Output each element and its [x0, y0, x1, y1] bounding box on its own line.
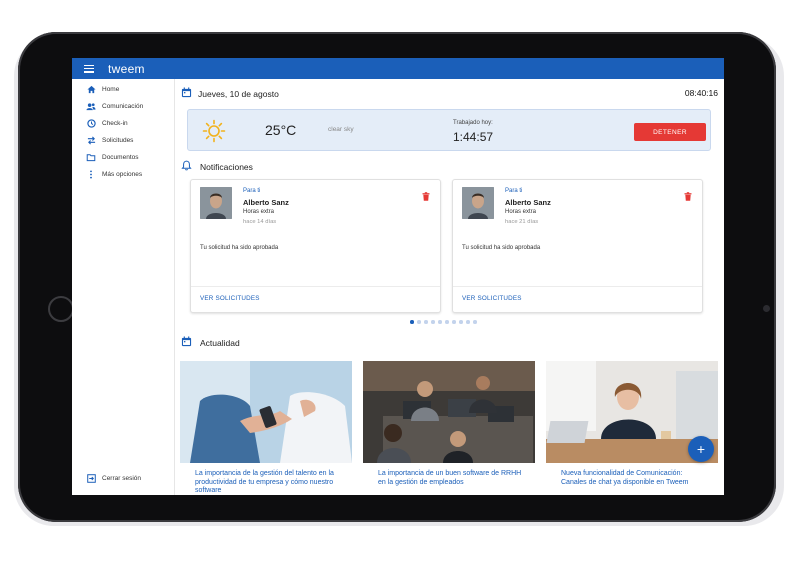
sidebar-item-label: Comunicación: [102, 103, 144, 110]
more-icon: [86, 170, 96, 180]
news-image-handshake: [180, 361, 352, 463]
delete-icon[interactable]: [422, 188, 430, 201]
news-header: Actualidad: [181, 334, 240, 352]
notification-message: Tu solicitud ha sido aprobada: [462, 245, 541, 251]
notifications-header: Notificaciones: [181, 158, 253, 176]
sun-icon: [202, 119, 226, 143]
sidebar-item-label: Documentos: [102, 154, 139, 161]
pagination-dot[interactable]: [459, 320, 463, 324]
page: tweem Home Comunicación Check-in Solicit…: [0, 0, 800, 562]
pagination-dot[interactable]: [438, 320, 442, 324]
notification-user-name: Alberto Sanz: [505, 198, 551, 207]
notification-audience: Para ti: [243, 188, 261, 194]
pagination-dot[interactable]: [417, 320, 421, 324]
notification-message: Tu solicitud ha sido aprobada: [200, 245, 279, 251]
notification-type: Horas extra: [243, 209, 275, 215]
sidebar-item-label: Home: [102, 86, 120, 93]
logout-icon: [86, 474, 96, 484]
home-icon: [86, 85, 96, 95]
current-time: 08:40:16: [684, 88, 718, 98]
pagination-dot[interactable]: [410, 320, 414, 324]
current-date: Jueves, 10 de agosto: [198, 89, 279, 99]
hamburger-menu-icon[interactable]: [84, 64, 94, 73]
news-card[interactable]: La importancia de la gestión del talento…: [180, 361, 352, 495]
news-item-title: La importancia de la gestión del talento…: [195, 470, 334, 494]
card-divider: [191, 286, 440, 287]
notification-age: hace 21 días: [505, 219, 539, 225]
sidebar-item-label: Check-in: [102, 120, 128, 127]
notification-card: Para ti Alberto Sanz Horas extra hace 21…: [452, 179, 703, 313]
top-bar: tweem: [72, 58, 724, 79]
tablet-home-button: [48, 296, 74, 322]
notification-user-name: Alberto Sanz: [243, 198, 289, 207]
pagination-dot[interactable]: [473, 320, 477, 324]
sidebar-item-comunicacion[interactable]: Comunicación: [72, 98, 174, 115]
avatar: [200, 187, 232, 219]
view-requests-link[interactable]: VER SOLICITUDES: [462, 295, 522, 302]
sidebar-item-label: Más opciones: [102, 171, 143, 178]
pagination-dot[interactable]: [431, 320, 435, 324]
calendar-icon: [181, 334, 192, 352]
news-item-title: La importancia de un buen software de RR…: [378, 470, 522, 486]
add-fab-button[interactable]: +: [688, 436, 714, 462]
view-requests-link[interactable]: VER SOLICITUDES: [200, 295, 260, 302]
news-card[interactable]: La importancia de un buen software de RR…: [363, 361, 535, 495]
news-title: Actualidad: [200, 338, 240, 348]
logout-button[interactable]: Cerrar sesión: [72, 470, 141, 487]
app-screen: tweem Home Comunicación Check-in Solicit…: [72, 58, 724, 495]
clock-icon: [86, 119, 96, 129]
sidebar-item-solicitudes[interactable]: Solicitudes: [72, 132, 174, 149]
calendar-icon: [181, 85, 192, 103]
people-icon: [86, 102, 96, 112]
temperature: 25°C: [265, 122, 297, 138]
pagination-dot[interactable]: [445, 320, 449, 324]
bell-icon: [181, 158, 192, 176]
card-divider: [453, 286, 702, 287]
carousel-pagination: [410, 320, 477, 324]
logout-label: Cerrar sesión: [102, 475, 142, 482]
sidebar-item-mas-opciones[interactable]: Más opciones: [72, 166, 174, 183]
pagination-dot[interactable]: [466, 320, 470, 324]
news-image-office: [363, 361, 535, 463]
worked-today-time: 1:44:57: [453, 130, 494, 144]
sidebar-item-documentos[interactable]: Documentos: [72, 149, 174, 166]
pagination-dot[interactable]: [452, 320, 456, 324]
sidebar-item-label: Solicitudes: [102, 137, 134, 144]
weather-condition: clear sky: [328, 126, 354, 133]
news-item-title: Nueva funcionalidad de Comunicación: Can…: [561, 470, 689, 486]
notification-card: Para ti Alberto Sanz Horas extra hace 14…: [190, 179, 441, 313]
stop-button[interactable]: DETENER: [634, 123, 706, 141]
worked-today-label: Trabajado hoy:: [453, 120, 493, 126]
avatar: [462, 187, 494, 219]
sidebar-item-home[interactable]: Home: [72, 81, 174, 98]
notification-type: Horas extra: [505, 209, 537, 215]
swap-icon: [86, 136, 96, 146]
pagination-dot[interactable]: [424, 320, 428, 324]
tablet-camera: [763, 305, 770, 312]
delete-icon[interactable]: [684, 188, 692, 201]
weather-card: 25°C clear sky Trabajado hoy: 1:44:57 DE…: [187, 109, 711, 151]
news-card[interactable]: Nueva funcionalidad de Comunicación: Can…: [546, 361, 718, 495]
sidebar: Home Comunicación Check-in Solicitudes D…: [72, 79, 175, 495]
notifications-title: Notificaciones: [200, 162, 253, 172]
sidebar-item-check-in[interactable]: Check-in: [72, 115, 174, 132]
notification-audience: Para ti: [505, 188, 523, 194]
notification-age: hace 14 días: [243, 219, 277, 225]
folder-icon: [86, 153, 96, 163]
date-row: Jueves, 10 de agosto 08:40:16: [181, 87, 721, 101]
brand-logo: tweem: [108, 61, 145, 76]
main-content: Jueves, 10 de agosto 08:40:16 25°C clear…: [175, 79, 724, 495]
